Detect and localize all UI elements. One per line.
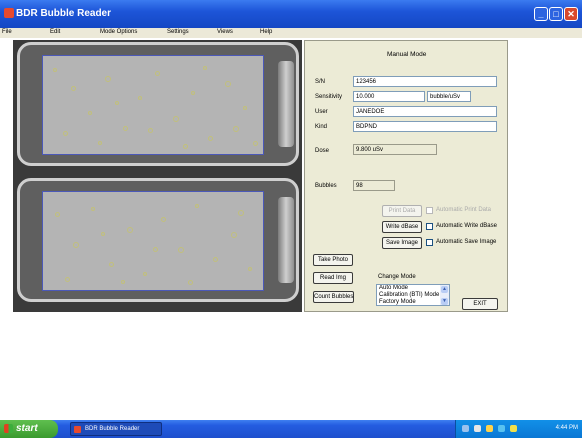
mode-option-auto[interactable]: Auto Mode [379,285,447,292]
menu-settings[interactable]: Settings [167,29,189,35]
volume-icon[interactable] [510,425,517,432]
bubbles-label: Bubbles [315,183,337,189]
detection-region-top [42,55,264,155]
sensitivity-label: Sensitivity [315,94,343,100]
detector-tube-top [17,42,299,166]
system-tray: 4:44 PM [455,420,582,438]
scroll-up-icon[interactable]: ▲ [441,286,448,293]
menu-file[interactable]: File [2,29,12,35]
write-dbase-button[interactable]: Write dBase [382,221,422,233]
minimize-button[interactable]: _ [534,7,548,21]
mode-option-calibration[interactable]: Calibration (BTI) Mode [379,292,447,299]
sensitivity-unit: bubble/uSv [427,91,471,102]
tube-cap-top [278,61,294,147]
taskbar: start BDR Bubble Reader 4:44 PM [0,420,582,438]
sn-label: S/N [315,79,326,85]
mode-title: Manual Mode [387,51,427,58]
title-bar[interactable]: BDR Bubble Reader _ □ ✕ [0,0,582,28]
blank-area [0,312,582,420]
window-title: BDR Bubble Reader [16,8,112,19]
start-button[interactable]: start [0,420,58,438]
sn-field[interactable]: 123456 [353,76,497,87]
task-label: BDR Bubble Reader [85,426,140,432]
print-data-button[interactable]: Print Data [382,205,422,217]
change-mode-label: Change Mode [378,274,416,280]
menu-views[interactable]: Views [217,29,233,35]
user-label: User [315,109,328,115]
auto-write-label: Automatic Write dBase [436,223,497,229]
exit-button[interactable]: EXIT [462,298,498,310]
control-panel: Manual Mode S/N 123456 Sensitivity 10.00… [304,40,508,312]
read-img-button[interactable]: Read Img [313,272,353,284]
auto-print-label: Automatic Print Data [436,207,492,213]
close-button[interactable]: ✕ [564,7,578,21]
app-icon [4,8,14,18]
menu-bar: File Edit Mode Options Settings Views He… [0,28,582,38]
app-task-icon [74,426,81,433]
kind-label: Kind [315,124,328,130]
mode-option-factory[interactable]: Factory Mode [379,299,447,305]
take-photo-button[interactable]: Take Photo [313,254,353,266]
taskbar-app-button[interactable]: BDR Bubble Reader [70,422,162,436]
menu-edit[interactable]: Edit [50,29,60,35]
auto-save-checkbox[interactable] [426,239,433,246]
app-window: BDR Bubble Reader _ □ ✕ File Edit Mode O… [0,0,582,420]
start-label: start [16,423,38,434]
mode-listbox-scrollbar[interactable]: ▲ ▼ [440,285,449,305]
save-image-button[interactable]: Save Image [382,237,422,249]
auto-print-checkbox[interactable] [426,207,433,214]
windows-logo-icon [4,424,13,433]
user-field[interactable]: JANEDOE [353,106,497,117]
network-icon[interactable] [462,425,469,432]
auto-save-label: Automatic Save Image [436,239,497,245]
dose-value: 9.800 uSv [353,144,437,155]
kind-field[interactable]: BDPND [353,121,497,132]
detector-tube-bottom [17,178,299,302]
maximize-button[interactable]: □ [549,7,563,21]
security-icon[interactable] [486,425,493,432]
menu-help[interactable]: Help [260,29,272,35]
bubbles-count: 98 [353,180,395,191]
scroll-down-icon[interactable]: ▼ [441,298,448,305]
mode-listbox[interactable]: Auto Mode Calibration (BTI) Mode Factory… [376,284,450,306]
detection-region-bottom [42,191,264,291]
sensitivity-field[interactable]: 10.000 [353,91,425,102]
bubble-image-viewer [13,40,302,312]
auto-write-checkbox[interactable] [426,223,433,230]
update-icon[interactable] [498,425,505,432]
menu-mode-options[interactable]: Mode Options [100,29,137,35]
device-icon[interactable] [474,425,481,432]
dose-label: Dose [315,148,330,154]
count-bubbles-button[interactable]: Count Bubbles [313,291,354,303]
clock[interactable]: 4:44 PM [556,425,578,431]
tube-cap-bottom [278,197,294,283]
